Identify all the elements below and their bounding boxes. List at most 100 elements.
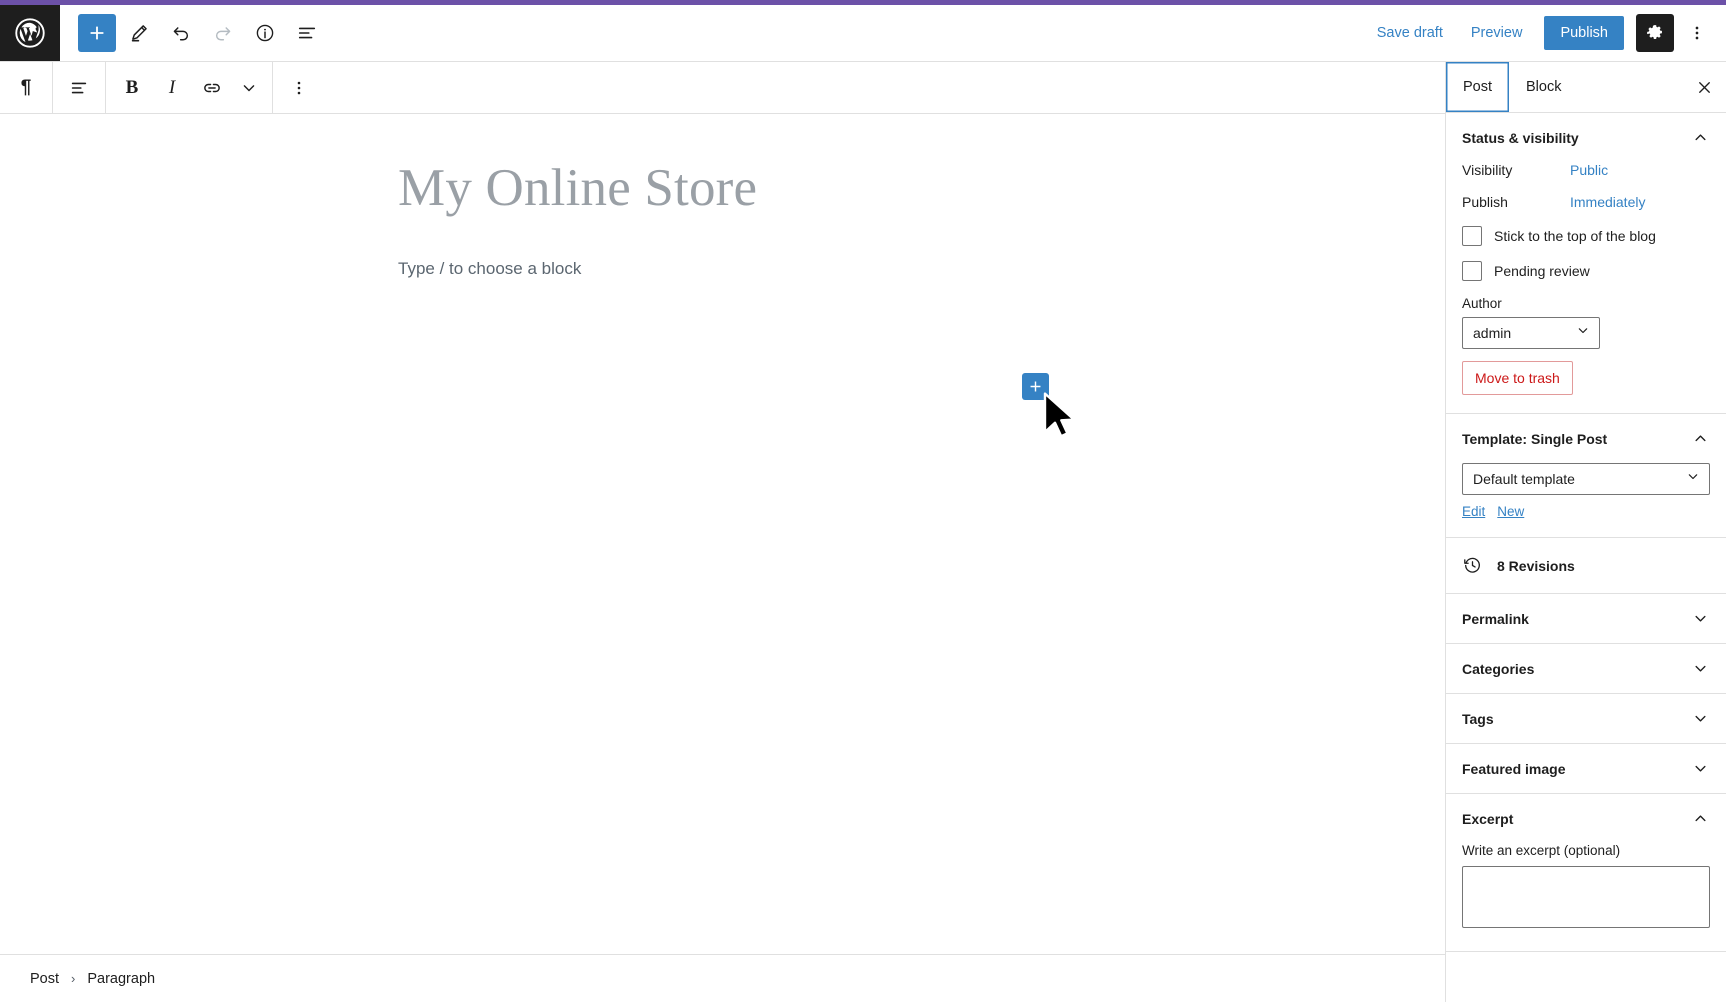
panel-status-visibility: Status & visibility Visibility Public Pu…: [1446, 113, 1726, 414]
chevron-down-icon: [1691, 709, 1710, 728]
template-new-link[interactable]: New: [1497, 504, 1524, 519]
visibility-value-button[interactable]: Public: [1570, 162, 1608, 178]
panel-permalink-header[interactable]: Permalink: [1446, 594, 1726, 643]
block-type-group: ¶: [0, 62, 53, 113]
panel-permalink: Permalink: [1446, 594, 1726, 644]
template-select[interactable]: Default template: [1462, 463, 1710, 495]
panel-categories-header[interactable]: Categories: [1446, 644, 1726, 693]
panel-excerpt-body: Write an excerpt (optional): [1446, 843, 1726, 951]
publish-button[interactable]: Publish: [1544, 16, 1624, 50]
sticky-post-row: Stick to the top of the blog: [1462, 226, 1710, 246]
template-select-wrap: Default template: [1462, 463, 1710, 495]
editor-canvas[interactable]: My Online Store Type / to choose a block: [0, 114, 1445, 954]
publish-date-value-button[interactable]: Immediately: [1570, 194, 1645, 210]
chevron-down-icon: [1691, 759, 1710, 778]
more-options-kebab-icon[interactable]: [1680, 14, 1714, 52]
panel-revisions: 8 Revisions: [1446, 538, 1726, 594]
move-to-trash-button[interactable]: Move to trash: [1462, 361, 1573, 395]
panel-excerpt-title: Excerpt: [1462, 810, 1514, 827]
editor-main-column: ¶ B I My Online Store Type / to choose a…: [0, 62, 1445, 1002]
panel-status-visibility-header[interactable]: Status & visibility: [1446, 113, 1726, 162]
align-left-icon[interactable]: [59, 68, 99, 108]
revisions-button[interactable]: 8 Revisions: [1446, 538, 1726, 593]
bold-icon[interactable]: B: [112, 68, 152, 108]
panel-categories-title: Categories: [1462, 660, 1535, 677]
revisions-label: 8 Revisions: [1497, 557, 1575, 574]
panel-tags-title: Tags: [1462, 710, 1494, 727]
panel-status-visibility-body: Visibility Public Publish Immediately St…: [1446, 162, 1726, 413]
tools-pencil-button[interactable]: [120, 14, 158, 52]
preview-button[interactable]: Preview: [1459, 17, 1535, 49]
wordpress-block-editor: Save draft Preview Publish ¶ B I My Onli…: [0, 0, 1726, 1002]
editor-header: Save draft Preview Publish: [0, 5, 1726, 62]
header-right-tools: Save draft Preview Publish: [1365, 5, 1726, 61]
sticky-post-label: Stick to the top of the blog: [1494, 228, 1656, 244]
excerpt-textarea[interactable]: [1462, 866, 1710, 928]
header-spacer: [326, 5, 1365, 61]
details-info-button[interactable]: [246, 14, 284, 52]
sidebar-scroll-area[interactable]: Status & visibility Visibility Public Pu…: [1446, 113, 1726, 1002]
template-links: Edit New: [1462, 504, 1710, 519]
breadcrumb-separator-icon: ›: [71, 971, 76, 986]
breadcrumb-post[interactable]: Post: [24, 967, 65, 991]
link-icon[interactable]: [192, 68, 232, 108]
panel-template-title: Template: Single Post: [1462, 430, 1608, 447]
block-options-group: [273, 62, 325, 113]
list-view-button[interactable]: [288, 14, 326, 52]
settings-gear-icon[interactable]: [1636, 14, 1674, 52]
block-options-kebab-icon[interactable]: [279, 68, 319, 108]
breadcrumb-paragraph[interactable]: Paragraph: [81, 967, 161, 991]
block-toolbar: ¶ B I: [0, 62, 1445, 114]
editor-breadcrumb-footer: Post › Paragraph: [0, 954, 1445, 1002]
tab-block[interactable]: Block: [1509, 62, 1578, 112]
panel-featured-image-title: Featured image: [1462, 760, 1566, 777]
chevron-up-icon: [1691, 809, 1710, 828]
italic-icon[interactable]: I: [152, 68, 192, 108]
panel-excerpt-header[interactable]: Excerpt: [1446, 794, 1726, 843]
redo-button[interactable]: [204, 14, 242, 52]
wordpress-logo-icon[interactable]: [0, 5, 60, 61]
post-settings-sidebar: Post Block Status & visibility Visibilit…: [1445, 62, 1726, 1002]
sticky-post-checkbox[interactable]: [1462, 226, 1482, 246]
pending-review-checkbox[interactable]: [1462, 261, 1482, 281]
header-left-tools: [60, 5, 326, 61]
revisions-clock-icon: [1462, 555, 1483, 576]
chevron-down-icon: [1691, 659, 1710, 678]
chevron-up-icon: [1691, 429, 1710, 448]
panel-permalink-title: Permalink: [1462, 610, 1529, 627]
toggle-block-inserter-button[interactable]: [78, 14, 116, 52]
author-label: Author: [1462, 296, 1502, 311]
tab-post[interactable]: Post: [1446, 62, 1509, 112]
excerpt-field-label: Write an excerpt (optional): [1462, 843, 1621, 858]
panel-categories: Categories: [1446, 644, 1726, 694]
panel-featured-image-header[interactable]: Featured image: [1446, 744, 1726, 793]
chevron-down-icon[interactable]: [232, 68, 266, 108]
panel-template-header[interactable]: Template: Single Post: [1446, 414, 1726, 463]
editor-body: ¶ B I My Online Store Type / to choose a…: [0, 62, 1726, 1002]
panel-tags: Tags: [1446, 694, 1726, 744]
close-icon[interactable]: [1682, 62, 1726, 112]
panel-template-body: Default template Edit New: [1446, 463, 1726, 537]
publish-date-label: Publish: [1462, 194, 1508, 210]
paragraph-block-type-icon[interactable]: ¶: [6, 68, 46, 108]
save-draft-button[interactable]: Save draft: [1365, 17, 1455, 49]
panel-featured-image: Featured image: [1446, 744, 1726, 794]
sidebar-tabs: Post Block: [1446, 62, 1726, 113]
visibility-label: Visibility: [1462, 162, 1513, 178]
template-edit-link[interactable]: Edit: [1462, 504, 1485, 519]
author-select-wrap: admin: [1462, 317, 1600, 349]
undo-button[interactable]: [162, 14, 200, 52]
pending-review-row: Pending review: [1462, 261, 1710, 281]
pending-review-label: Pending review: [1494, 263, 1590, 279]
chevron-up-icon: [1691, 128, 1710, 147]
paragraph-block-placeholder[interactable]: Type / to choose a block: [398, 255, 1078, 282]
panel-status-visibility-title: Status & visibility: [1462, 129, 1579, 146]
text-format-group: B I: [106, 62, 273, 113]
chevron-down-icon: [1691, 609, 1710, 628]
alignment-group: [53, 62, 106, 113]
panel-tags-header[interactable]: Tags: [1446, 694, 1726, 743]
post-title-field[interactable]: My Online Store: [398, 158, 1078, 219]
author-select[interactable]: admin: [1462, 317, 1600, 349]
visibility-row: Visibility Public: [1462, 162, 1710, 178]
floating-block-inserter-button[interactable]: [1022, 373, 1049, 400]
